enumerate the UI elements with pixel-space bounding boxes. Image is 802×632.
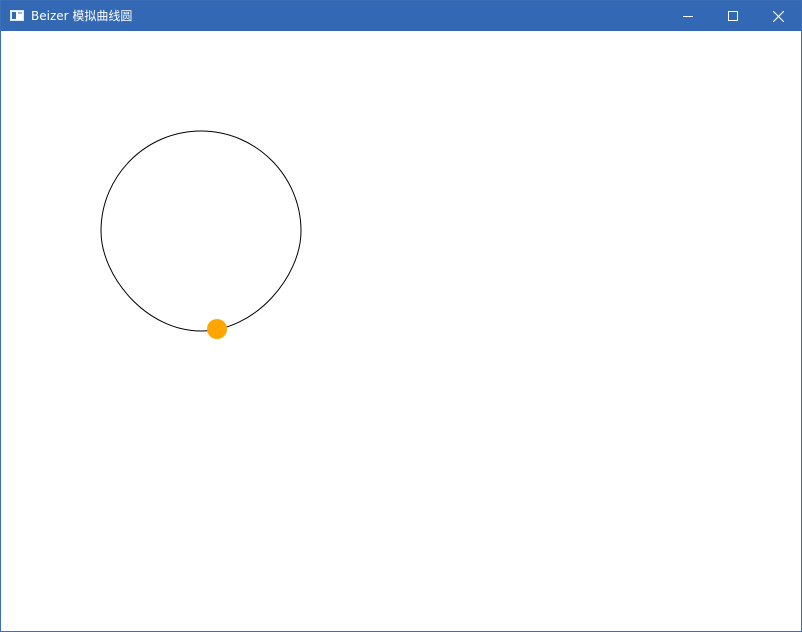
moving-point-marker bbox=[207, 319, 227, 339]
drawing-canvas bbox=[100, 130, 302, 339]
maximize-button[interactable] bbox=[710, 1, 756, 31]
maximize-icon bbox=[728, 11, 738, 21]
app-window: Beizer 模拟曲线圆 bbox=[0, 0, 802, 632]
close-button[interactable] bbox=[755, 1, 801, 31]
window-title: Beizer 模拟曲线圆 bbox=[31, 9, 133, 23]
minimize-button[interactable] bbox=[665, 1, 711, 31]
title-bar[interactable]: Beizer 模拟曲线圆 bbox=[1, 1, 801, 31]
minimize-icon bbox=[683, 16, 693, 17]
app-window-icon bbox=[10, 10, 24, 21]
bezier-circle-curve bbox=[100, 130, 302, 332]
close-icon bbox=[772, 10, 784, 22]
